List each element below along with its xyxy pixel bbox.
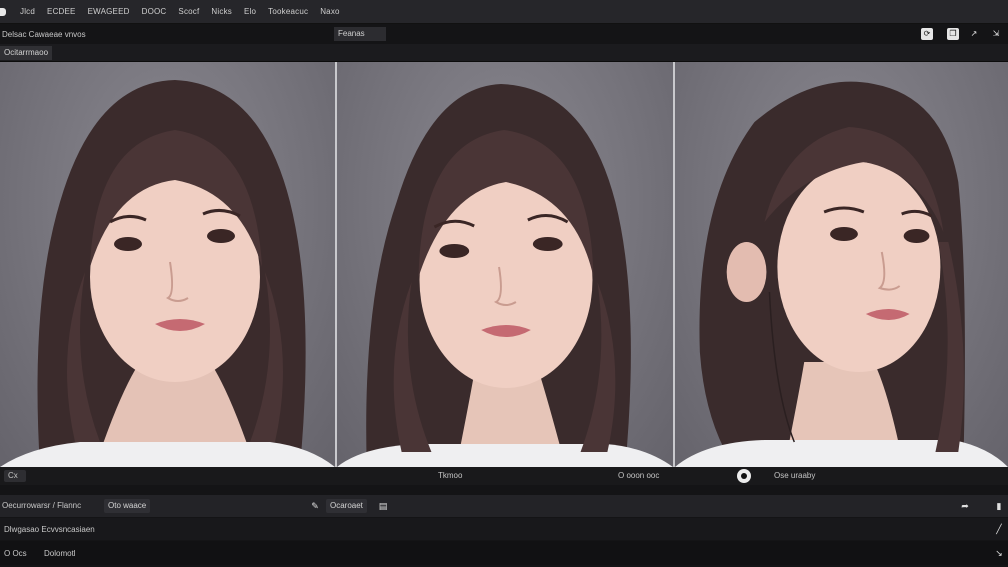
- portrait-image-1: [0, 80, 335, 467]
- menu-item-9[interactable]: Naxo: [320, 7, 339, 16]
- caption-left-label: Cx: [8, 471, 18, 480]
- arrow-icon[interactable]: ↘: [994, 548, 1004, 558]
- caption-center-label: Tkmoo: [438, 471, 463, 480]
- preset-button[interactable]: Ocaroaet: [326, 499, 367, 513]
- menu-item-2[interactable]: ECDEE: [47, 7, 76, 16]
- portrait-image-3: [675, 81, 1008, 467]
- bottom-panel: Oecurrowarsr / Flannc Oto waace ✎ Ocaroa…: [0, 485, 1008, 567]
- toolbar: Delsac Cawaeae vnvos Feanas ⟳ ❐ ↗ ⇲: [0, 24, 1008, 44]
- menu-item-8[interactable]: Tookeacuc: [268, 7, 308, 16]
- menu-bar: Jlcd ECDEE EWAGEED DOOC Scocf Nicks Elo …: [0, 0, 1008, 24]
- menu-item-7[interactable]: Elo: [244, 7, 256, 16]
- pointer-icon[interactable]: ↗: [968, 28, 980, 40]
- layer-icon[interactable]: ▤: [378, 501, 388, 511]
- mode-button[interactable]: Oto waace: [104, 499, 151, 513]
- portrait-frame-1[interactable]: [0, 62, 335, 467]
- portrait-frame-3[interactable]: [673, 62, 1008, 467]
- brush-icon[interactable]: ✎: [310, 501, 320, 511]
- document-title: Delsac Cawaeae vnvos: [2, 29, 86, 39]
- copy-icon[interactable]: ❐: [947, 28, 959, 40]
- menu-item-5[interactable]: Scocf: [178, 7, 199, 16]
- panel-header: Ocitarrmaoo: [0, 44, 1008, 62]
- viewer-caption-bar: Cx Tkmoo O ooon ooc Ose uraaby: [0, 467, 1008, 485]
- status-item-left: O Ocs: [4, 549, 27, 558]
- settings-label: Dlwgasao Ecvvsncasiaen: [4, 525, 95, 534]
- breadcrumb: Oecurrowarsr / Flannc: [2, 501, 82, 510]
- portrait-image-2: [337, 84, 673, 467]
- status-label: Ose uraaby: [774, 471, 816, 480]
- cursor-icon[interactable]: ➦: [960, 501, 970, 511]
- expand-icon[interactable]: ⇲: [990, 28, 1002, 40]
- app-logo-icon: [0, 7, 6, 16]
- menu-item-6[interactable]: Nicks: [211, 7, 232, 16]
- tab-panel[interactable]: Ocitarrmaoo: [0, 46, 53, 60]
- menu-item-4[interactable]: DOOC: [142, 7, 167, 16]
- bottom-row-1: Oecurrowarsr / Flannc Oto waace ✎ Ocaroa…: [0, 495, 1008, 517]
- record-button[interactable]: [737, 469, 751, 483]
- bottom-row-2: Dlwgasao Ecvvsncasiaen ╱: [0, 518, 1008, 540]
- search-field[interactable]: Feanas: [334, 27, 386, 41]
- image-viewer: [0, 62, 1008, 467]
- bottom-row-3: O Ocs Dolomotl ↘: [0, 541, 1008, 565]
- portrait-frame-2[interactable]: [335, 62, 673, 467]
- refresh-icon[interactable]: ⟳: [921, 28, 933, 40]
- menu-item-3[interactable]: EWAGEED: [88, 7, 130, 16]
- panel-toggle-icon[interactable]: ▮: [994, 501, 1004, 511]
- menu-item-1[interactable]: Jlcd: [20, 7, 35, 16]
- pin-icon[interactable]: ╱: [994, 524, 1004, 534]
- status-item-mid: Dolomotl: [44, 549, 76, 558]
- caption-right-label: O ooon ooc: [618, 471, 660, 480]
